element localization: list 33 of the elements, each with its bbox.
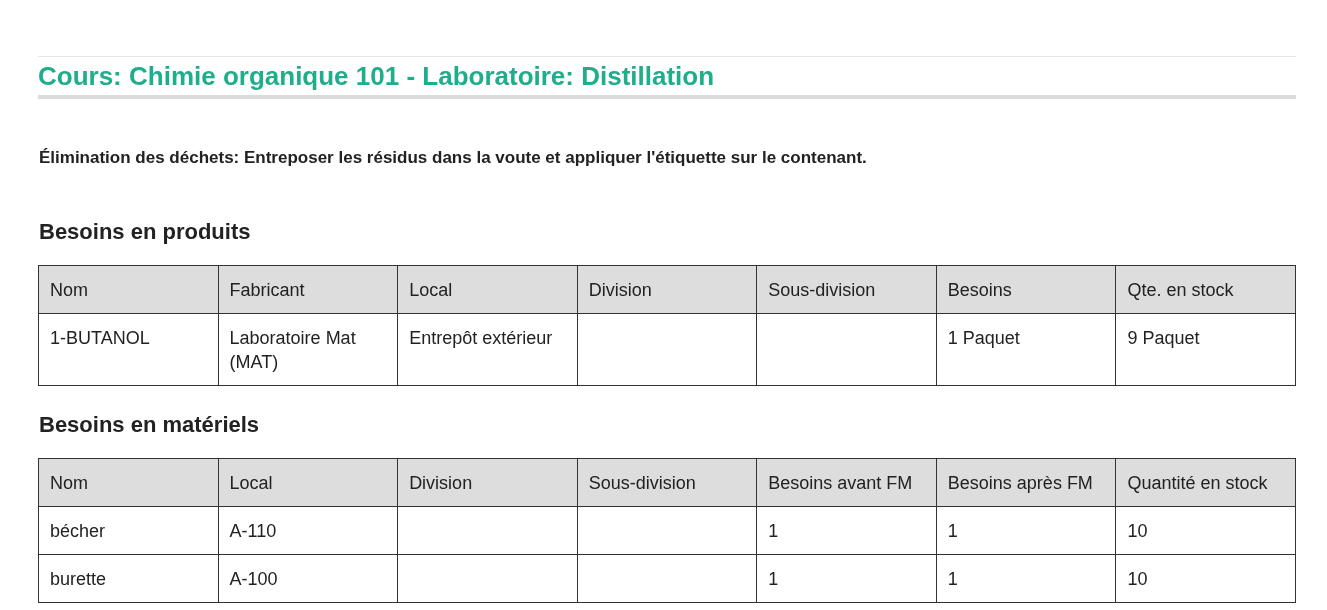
- section-heading: Besoins en produits: [39, 219, 252, 245]
- column-header: Qte. en stock: [1115, 265, 1296, 314]
- table-cell: 1-BUTANOL: [50, 328, 150, 348]
- table-cell: Entrepôt extérieur: [409, 328, 553, 348]
- table-cell: 1: [768, 569, 779, 589]
- table-cell: 1: [947, 521, 958, 541]
- column-header: Division: [577, 265, 757, 314]
- table-cell: 10: [1127, 569, 1148, 589]
- table-cell: 9 Paquet: [1127, 328, 1200, 348]
- table-cell: 1: [947, 569, 958, 589]
- column-header: Besoins avant FM: [756, 458, 937, 507]
- section-heading: Besoins en matériels: [39, 412, 261, 438]
- column-header: Local: [218, 458, 398, 507]
- table-cell: 10: [1127, 521, 1148, 541]
- column-header: Besoins après FM: [936, 458, 1116, 507]
- table-cell: 1 Paquet: [947, 328, 1020, 348]
- column-header: Nom: [38, 265, 219, 314]
- table-cell: 1: [768, 521, 779, 541]
- disposal-instructions: Élimination des déchets: Entreposer les résidus dans la voute et appliquer l'étiquette sur le contenant.: [39, 147, 868, 169]
- column-header: Division: [397, 458, 578, 507]
- table-cell: A-100: [229, 569, 278, 589]
- column-header: Quantité en stock: [1115, 458, 1296, 507]
- table-cell: bécher: [50, 521, 106, 541]
- table-cell: Laboratoire Mat (MAT): [229, 328, 356, 372]
- table-cell: A-110: [229, 521, 277, 541]
- column-header: Sous-division: [577, 458, 757, 507]
- column-header: Sous-division: [756, 265, 937, 314]
- column-header: Fabricant: [218, 265, 398, 314]
- column-header: Besoins: [936, 265, 1116, 314]
- page-title: Cours: Chimie organique 101 - Laboratoire: Distillation: [38, 61, 1296, 99]
- column-header: Local: [397, 265, 578, 314]
- table-cell: burette: [50, 569, 107, 589]
- column-header: Nom: [38, 458, 219, 507]
